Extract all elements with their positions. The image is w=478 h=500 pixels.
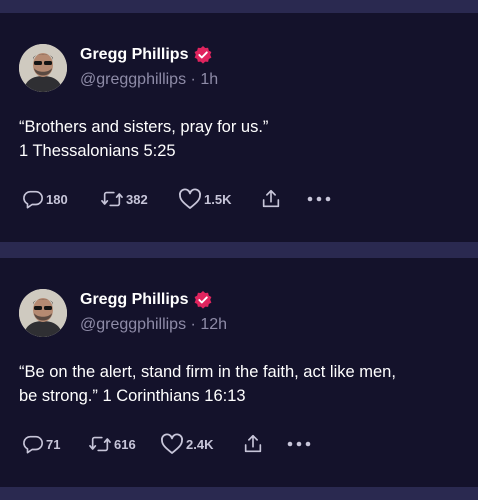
repost-button[interactable]: 616 <box>88 433 160 455</box>
share-icon <box>262 189 280 208</box>
more-button[interactable] <box>306 195 336 203</box>
tweet-text-line: “Be on the alert, stand firm in the fait… <box>19 363 396 381</box>
author-row: Gregg Phillips <box>80 290 213 310</box>
tweet-text-line: 1 Thessalonians 5:25 <box>19 142 176 160</box>
repost-count: 382 <box>126 191 148 207</box>
author-name[interactable]: Gregg Phillips <box>80 46 188 64</box>
share-button[interactable] <box>260 188 306 210</box>
repost-icon <box>89 436 111 452</box>
tweet-text: “Brothers and sisters, pray for us.” 1 T… <box>19 115 464 163</box>
reply-button[interactable]: 71 <box>22 433 88 455</box>
tweet-text-line: “Brothers and sisters, pray for us.” <box>19 118 269 136</box>
more-icon <box>287 441 311 447</box>
like-icon <box>179 188 201 209</box>
author-name[interactable]: Gregg Phillips <box>80 291 188 309</box>
more-icon <box>307 196 331 202</box>
separator: · <box>190 316 201 333</box>
avatar-image <box>19 44 67 92</box>
handle[interactable]: @greggphillips <box>80 71 186 88</box>
reply-button[interactable]: 180 <box>22 188 100 210</box>
tweet-text-line: be strong.” 1 Corinthians 16:13 <box>19 387 246 405</box>
handle[interactable]: @greggphillips <box>80 316 186 333</box>
post-card[interactable]: Gregg Phillips @greggphillips · 12h “Be … <box>0 258 478 487</box>
like-count: 2.4K <box>186 436 214 452</box>
share-button[interactable] <box>242 433 286 455</box>
share-icon <box>244 434 262 453</box>
like-icon <box>161 433 183 454</box>
timestamp[interactable]: 1h <box>200 71 218 88</box>
avatar-image <box>19 289 67 337</box>
reply-icon <box>23 190 43 209</box>
reply-icon <box>23 435 43 454</box>
more-button[interactable] <box>286 440 316 448</box>
action-bar: 71 616 2.4K <box>22 432 316 456</box>
handle-row: @greggphillips · 1h <box>80 71 218 89</box>
like-button[interactable]: 2.4K <box>160 433 242 455</box>
like-count: 1.5K <box>204 191 232 207</box>
action-bar: 180 382 1.5K <box>22 187 336 211</box>
author-row: Gregg Phillips <box>80 45 213 65</box>
repost-icon <box>101 191 123 207</box>
like-button[interactable]: 1.5K <box>178 188 260 210</box>
verified-icon <box>193 290 213 310</box>
repost-button[interactable]: 382 <box>100 188 178 210</box>
timestamp[interactable]: 12h <box>200 316 227 333</box>
reply-count: 71 <box>46 436 61 452</box>
avatar[interactable] <box>19 44 67 92</box>
handle-row: @greggphillips · 12h <box>80 316 227 334</box>
tweet-text: “Be on the alert, stand firm in the fait… <box>19 360 464 408</box>
reply-count: 180 <box>46 191 68 207</box>
verified-icon <box>193 45 213 65</box>
separator: · <box>190 71 201 88</box>
avatar[interactable] <box>19 289 67 337</box>
repost-count: 616 <box>114 436 136 452</box>
post-card[interactable]: Gregg Phillips @greggphillips · 1h “Brot… <box>0 13 478 242</box>
